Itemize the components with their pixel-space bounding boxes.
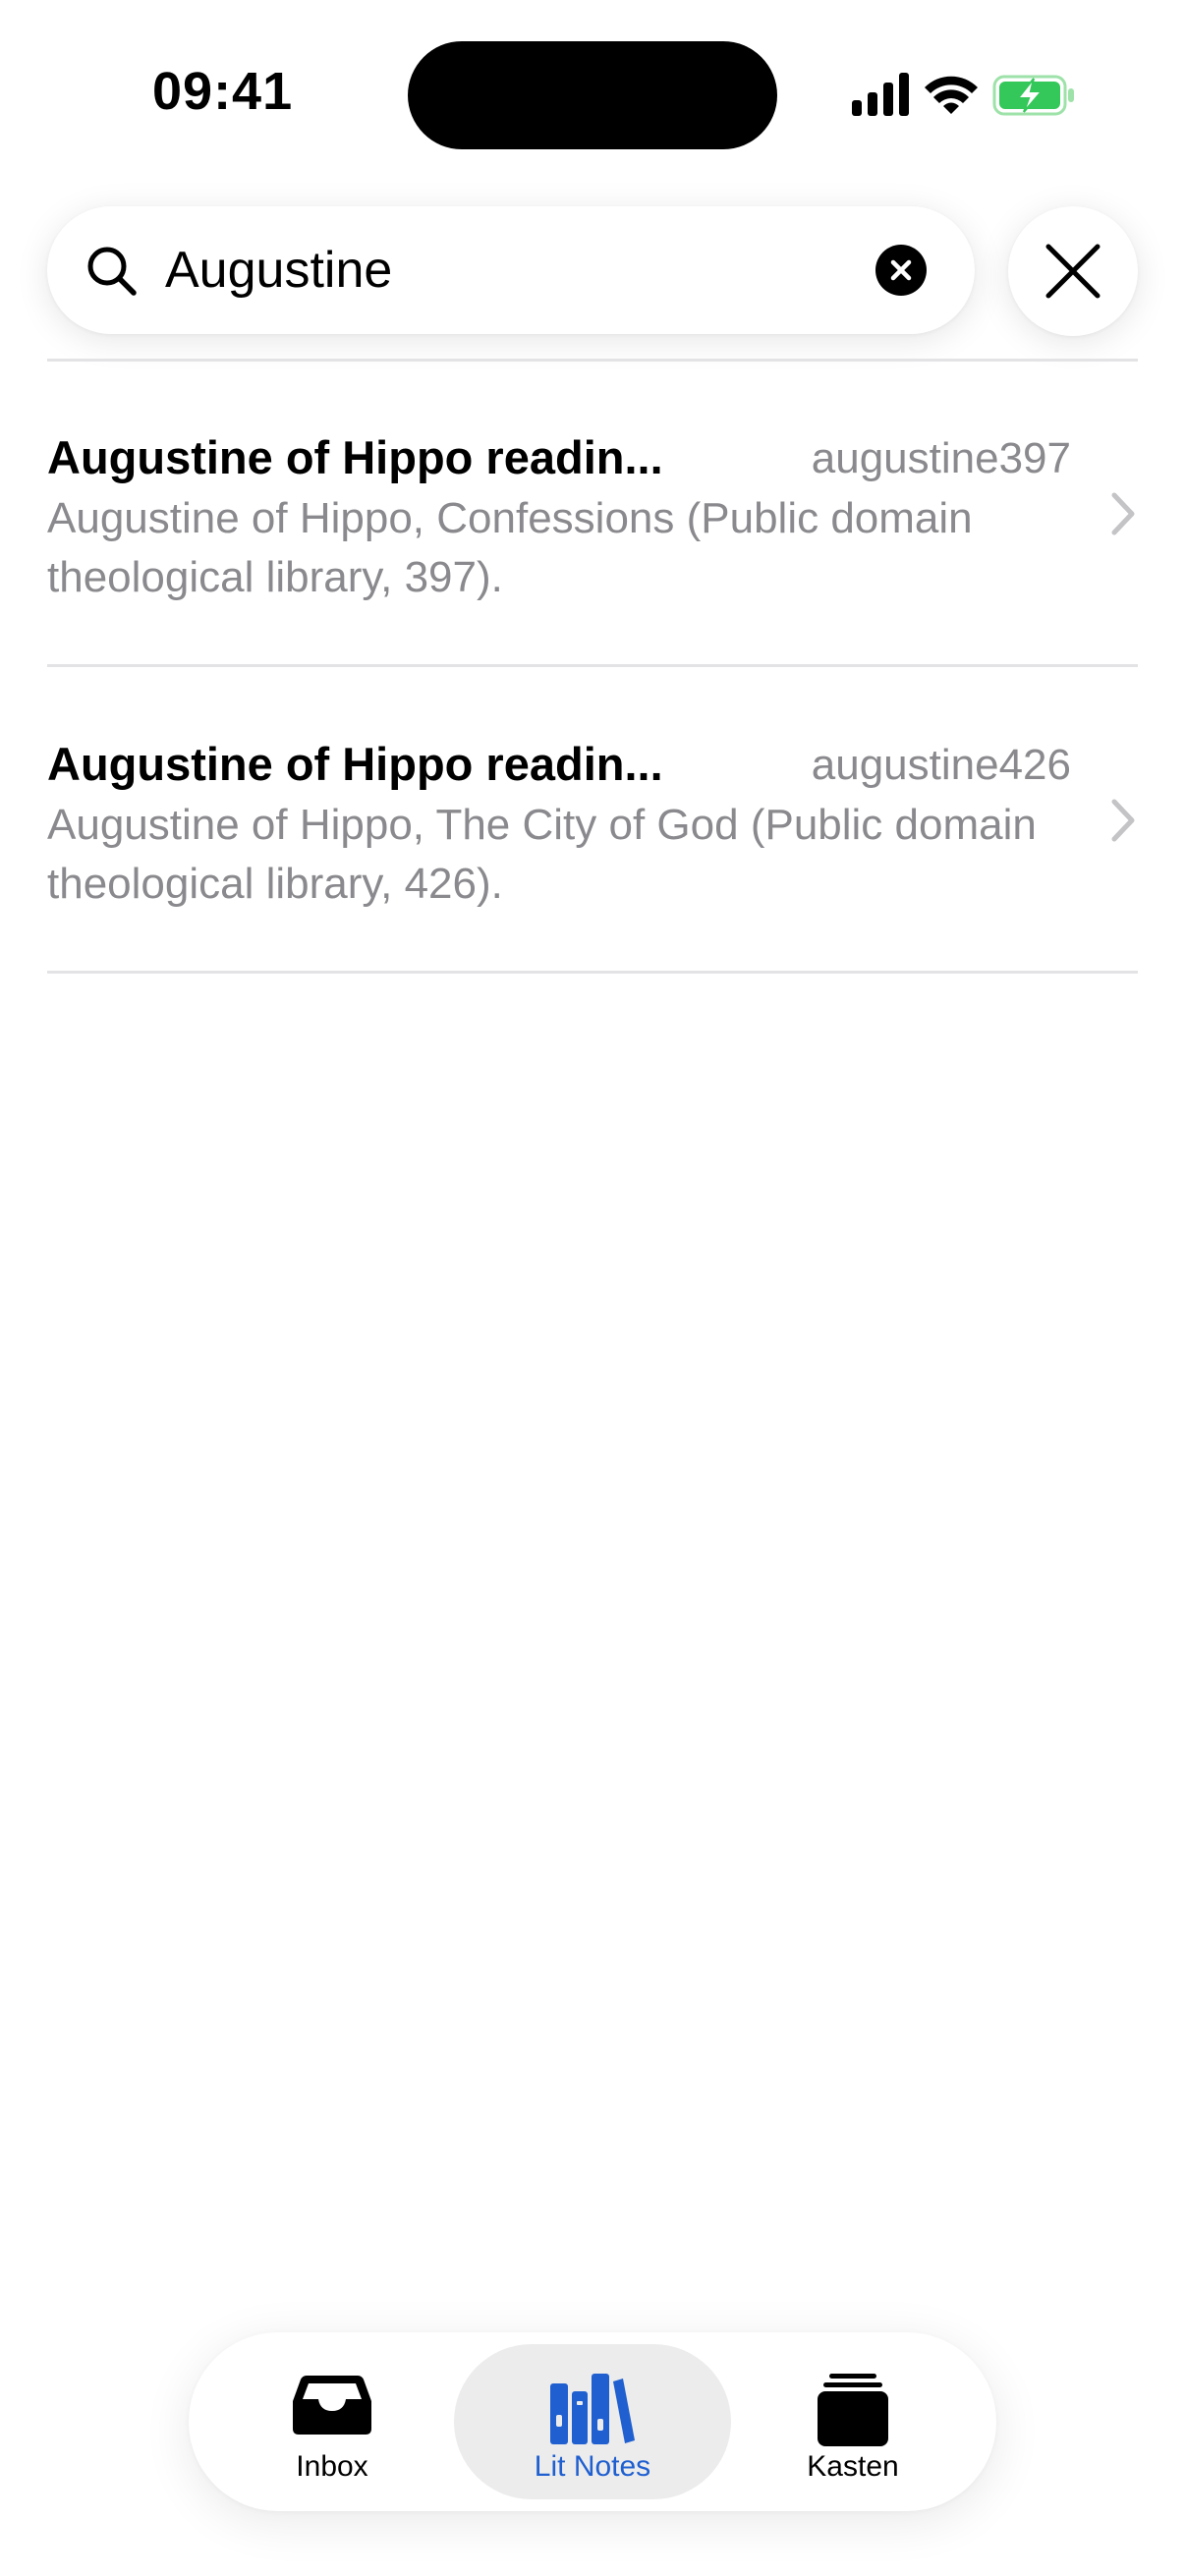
- cellular-signal-icon: [852, 73, 909, 116]
- list-item[interactable]: Augustine of Hippo readin... augustine39…: [47, 362, 1138, 666]
- battery-charging-icon: [992, 75, 1074, 116]
- close-search-button[interactable]: [1008, 206, 1138, 336]
- clear-icon: [890, 259, 912, 281]
- dynamic-island: [408, 41, 777, 149]
- divider: [47, 664, 1138, 667]
- close-icon: [1045, 244, 1100, 299]
- chevron-right-icon: [1111, 492, 1135, 535]
- tab-bar: Inbox Lit Notes Kasten: [189, 2332, 996, 2511]
- result-key: augustine397: [811, 434, 1071, 482]
- tab-label: Kasten: [807, 2450, 899, 2483]
- tab-inbox[interactable]: Inbox: [218, 2344, 446, 2499]
- clear-search-button[interactable]: [875, 245, 927, 296]
- tab-lit-notes[interactable]: Lit Notes: [454, 2344, 731, 2499]
- tab-kasten[interactable]: Kasten: [739, 2344, 967, 2499]
- tab-label: Lit Notes: [534, 2450, 651, 2483]
- status-time: 09:41: [152, 62, 294, 121]
- result-description: Augustine of Hippo, The City of God (Pub…: [47, 801, 1037, 908]
- wifi-icon: [925, 76, 978, 114]
- search-icon: [87, 247, 137, 296]
- result-key: augustine426: [811, 741, 1071, 789]
- search-bar[interactable]: [47, 206, 975, 334]
- result-description: Augustine of Hippo, Confessions (Public …: [47, 494, 973, 601]
- chevron-right-icon: [1111, 799, 1135, 842]
- result-title: Augustine of Hippo readin...: [47, 431, 663, 483]
- result-title: Augustine of Hippo readin...: [47, 738, 663, 790]
- stack-icon: [818, 2374, 888, 2446]
- books-icon: [550, 2374, 635, 2444]
- search-input[interactable]: [165, 230, 892, 310]
- tab-label: Inbox: [296, 2450, 368, 2483]
- status-bar: 09:41: [0, 0, 1185, 187]
- divider: [47, 971, 1138, 974]
- tray-icon: [293, 2376, 371, 2435]
- list-item[interactable]: Augustine of Hippo readin... augustine42…: [47, 668, 1138, 973]
